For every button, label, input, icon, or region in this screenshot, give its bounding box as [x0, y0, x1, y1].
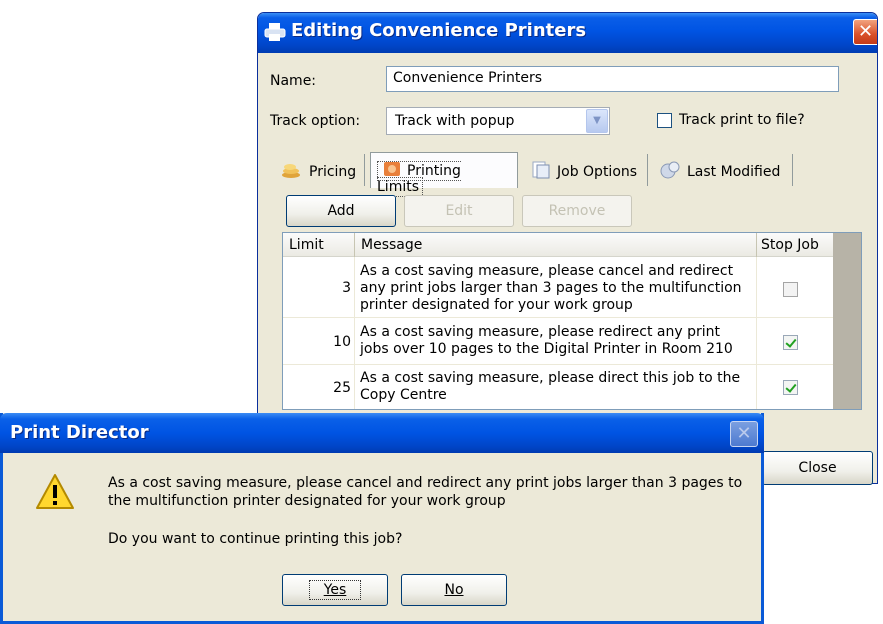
tab-job-options[interactable]: Job Options	[523, 154, 648, 186]
track-print-to-file-checkbox[interactable]	[657, 113, 672, 128]
table-row[interactable]: 25 As a cost saving measure, please dire…	[283, 366, 861, 409]
edit-button[interactable]: Edit	[404, 195, 514, 227]
row-limit: 10	[333, 334, 351, 350]
yes-button[interactable]: Yes	[282, 574, 388, 606]
last-modified-icon	[660, 161, 680, 179]
tab-last-modified[interactable]: Last Modified	[653, 154, 793, 186]
printing-limits-table: Limit Message Stop Job 3 As a cost savin…	[282, 232, 862, 410]
table-scrollbar[interactable]	[833, 233, 861, 409]
printing-limits-icon	[384, 162, 400, 176]
column-header-stop-job[interactable]: Stop Job	[761, 237, 819, 253]
track-print-to-file-label: Track print to file?	[679, 112, 805, 128]
row-message: As a cost saving measure, please direct …	[360, 370, 741, 403]
row-message: As a cost saving measure, please cancel …	[360, 263, 742, 313]
name-label: Name:	[270, 73, 317, 89]
column-divider	[756, 233, 757, 257]
print-director-question: Do you want to continue printing this jo…	[108, 531, 403, 547]
editing-dialog-titlebar[interactable]: Editing Convenience Printers ✕	[258, 13, 877, 53]
add-button[interactable]: Add	[286, 195, 396, 227]
close-button[interactable]: Close	[762, 451, 873, 485]
tab-last-modified-label: Last Modified	[687, 164, 781, 180]
remove-button[interactable]: Remove	[522, 195, 632, 227]
table-row[interactable]: 3 As a cost saving measure, please cance…	[283, 258, 861, 318]
no-button[interactable]: No	[401, 574, 507, 606]
row-limit: 3	[342, 280, 351, 296]
tab-pricing[interactable]: Pricing	[275, 154, 365, 186]
stop-job-checkbox[interactable]	[783, 282, 798, 297]
pricing-icon	[282, 164, 300, 178]
column-header-limit[interactable]: Limit	[289, 237, 324, 253]
track-option-value: Track with popup	[395, 113, 515, 129]
stop-job-checkbox[interactable]	[783, 335, 798, 350]
chevron-down-icon[interactable]: ▼	[586, 109, 608, 133]
no-button-label: No	[444, 582, 464, 598]
table-row[interactable]: 10 As a cost saving measure, please redi…	[283, 319, 861, 365]
printer-title-icon	[264, 23, 286, 41]
warning-icon	[36, 474, 74, 509]
editing-dialog-title: Editing Convenience Printers	[291, 20, 587, 41]
tab-printing-limits[interactable]: Printing Limits	[370, 152, 518, 197]
row-message: As a cost saving measure, please redirec…	[360, 324, 733, 357]
print-director-title: Print Director	[10, 422, 149, 443]
tab-pricing-label: Pricing	[309, 164, 357, 180]
stop-job-checkbox[interactable]	[783, 380, 798, 395]
table-header: Limit Message Stop Job	[283, 233, 861, 257]
column-header-message[interactable]: Message	[361, 237, 422, 253]
column-divider	[354, 233, 355, 257]
print-director-close-icon[interactable]: ✕	[730, 421, 758, 447]
track-option-select[interactable]: Track with popup ▼	[386, 107, 610, 135]
row-limit: 25	[333, 380, 351, 396]
editing-dialog-close-icon[interactable]: ✕	[853, 19, 877, 45]
print-director-titlebar[interactable]: Print Director ✕	[0, 413, 764, 453]
track-option-label: Track option:	[270, 113, 361, 129]
print-director-dialog: Print Director ✕ As a cost saving measur…	[0, 413, 764, 624]
yes-button-label: Yes	[308, 580, 362, 600]
tab-job-options-label: Job Options	[557, 164, 638, 180]
print-director-message: As a cost saving measure, please cancel …	[108, 475, 743, 509]
name-field[interactable]: Convenience Printers	[386, 66, 839, 92]
job-options-icon	[532, 161, 550, 179]
